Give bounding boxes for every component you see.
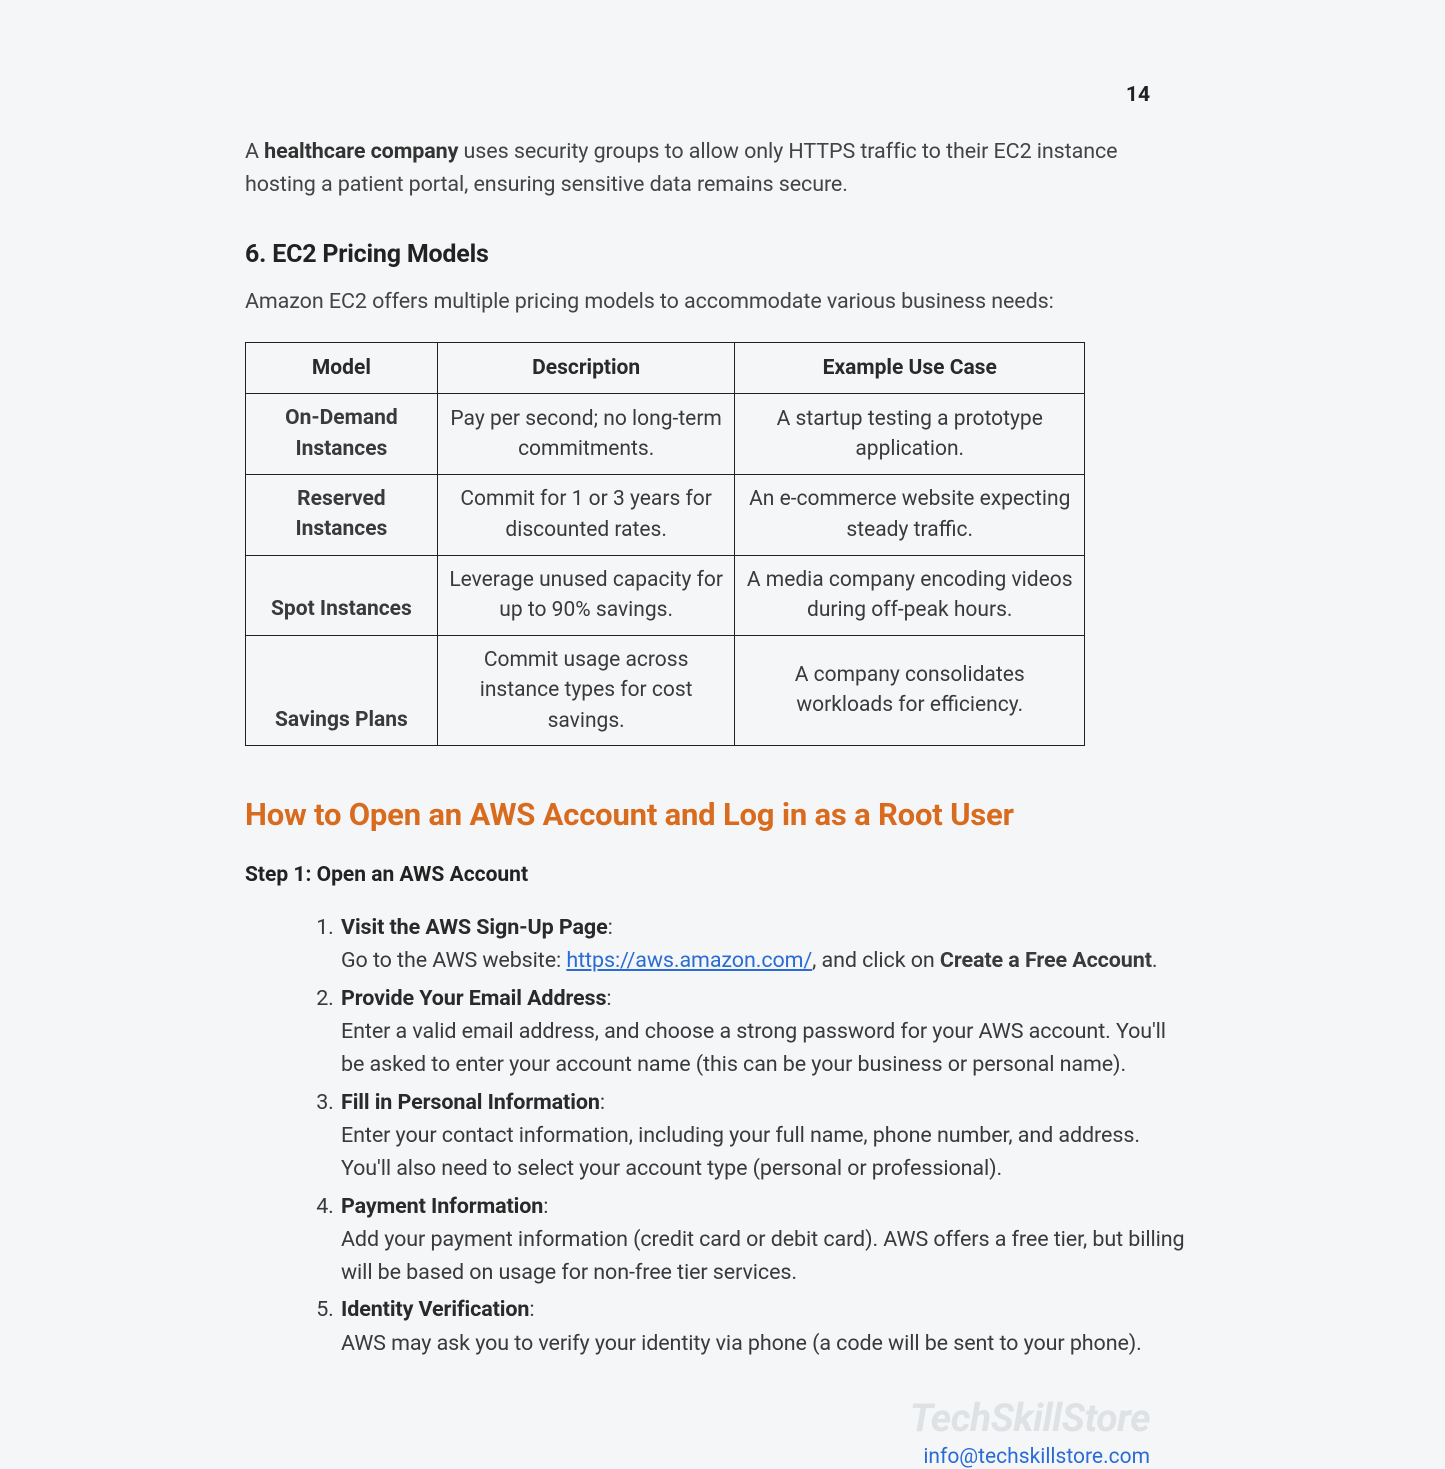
cell-desc: Commit usage across instance types for c…: [437, 635, 735, 745]
th-model: Model: [246, 342, 438, 393]
cell-use: A media company encoding videos during o…: [735, 555, 1085, 635]
table-header-row: Model Description Example Use Case: [246, 342, 1085, 393]
cell-model: Spot Instances: [246, 555, 438, 635]
li-title: Fill in Personal Information: [341, 1090, 600, 1115]
footer: TechSkillStore info@techskillstore.com: [910, 1395, 1150, 1469]
th-usecase: Example Use Case: [735, 342, 1085, 393]
steps-list: Visit the AWS Sign-Up Page: Go to the AW…: [245, 911, 1190, 1360]
li-title: Payment Information: [341, 1194, 543, 1219]
li-body: Add your payment information (credit car…: [341, 1223, 1190, 1290]
document-page: 14 A healthcare company uses security gr…: [245, 85, 1190, 1364]
intro-paragraph: A healthcare company uses security group…: [245, 135, 1190, 202]
table-row: Reserved Instances Commit for 1 or 3 yea…: [246, 474, 1085, 555]
footer-email[interactable]: info@techskillstore.com: [910, 1445, 1150, 1469]
cell-model: On-Demand Instances: [246, 394, 438, 475]
li-body: Enter a valid email address, and choose …: [341, 1015, 1190, 1082]
th-description: Description: [437, 342, 735, 393]
list-item: Visit the AWS Sign-Up Page: Go to the AW…: [339, 911, 1190, 978]
text-bold: Create a Free Account: [940, 948, 1152, 973]
li-body: AWS may ask you to verify your identity …: [341, 1327, 1190, 1360]
text: A: [245, 139, 264, 164]
aws-link[interactable]: https://aws.amazon.com/: [566, 948, 812, 973]
list-item: Identity Verification: AWS may ask you t…: [339, 1293, 1190, 1360]
intro-bold: healthcare company: [264, 139, 458, 164]
cell-model: Savings Plans: [246, 635, 438, 745]
section-lead: Amazon EC2 offers multiple pricing model…: [245, 289, 1190, 314]
list-item: Fill in Personal Information: Enter your…: [339, 1086, 1190, 1186]
li-title: Identity Verification: [341, 1297, 529, 1322]
table-row: Savings Plans Commit usage across instan…: [246, 635, 1085, 745]
list-item: Payment Information: Add your payment in…: [339, 1190, 1190, 1290]
table-row: Spot Instances Leverage unused capacity …: [246, 555, 1085, 635]
text: .: [1152, 948, 1158, 973]
cell-model: Reserved Instances: [246, 474, 438, 555]
section-heading-pricing: 6. EC2 Pricing Models: [245, 240, 1190, 269]
table-row: On-Demand Instances Pay per second; no l…: [246, 394, 1085, 475]
cell-desc: Leverage unused capacity for up to 90% s…: [437, 555, 735, 635]
list-item: Provide Your Email Address: Enter a vali…: [339, 982, 1190, 1082]
howto-heading: How to Open an AWS Account and Log in as…: [245, 796, 1190, 833]
cell-desc: Commit for 1 or 3 years for discounted r…: [437, 474, 735, 555]
text: Go to the AWS website:: [341, 948, 566, 973]
text: , and click on: [812, 948, 940, 973]
watermark: TechSkillStore: [910, 1395, 1150, 1441]
cell-use: An e-commerce website expecting steady t…: [735, 474, 1085, 555]
cell-use: A startup testing a prototype applicatio…: [735, 394, 1085, 475]
step-title: Step 1: Open an AWS Account: [245, 863, 1190, 887]
li-title: Provide Your Email Address: [341, 986, 606, 1011]
li-body: Enter your contact information, includin…: [341, 1119, 1190, 1186]
pricing-table: Model Description Example Use Case On-De…: [245, 342, 1085, 746]
li-title: Visit the AWS Sign-Up Page: [341, 915, 608, 940]
page-number: 14: [1126, 83, 1150, 107]
cell-use: A company consolidates workloads for eff…: [735, 635, 1085, 745]
cell-desc: Pay per second; no long-term commitments…: [437, 394, 735, 475]
